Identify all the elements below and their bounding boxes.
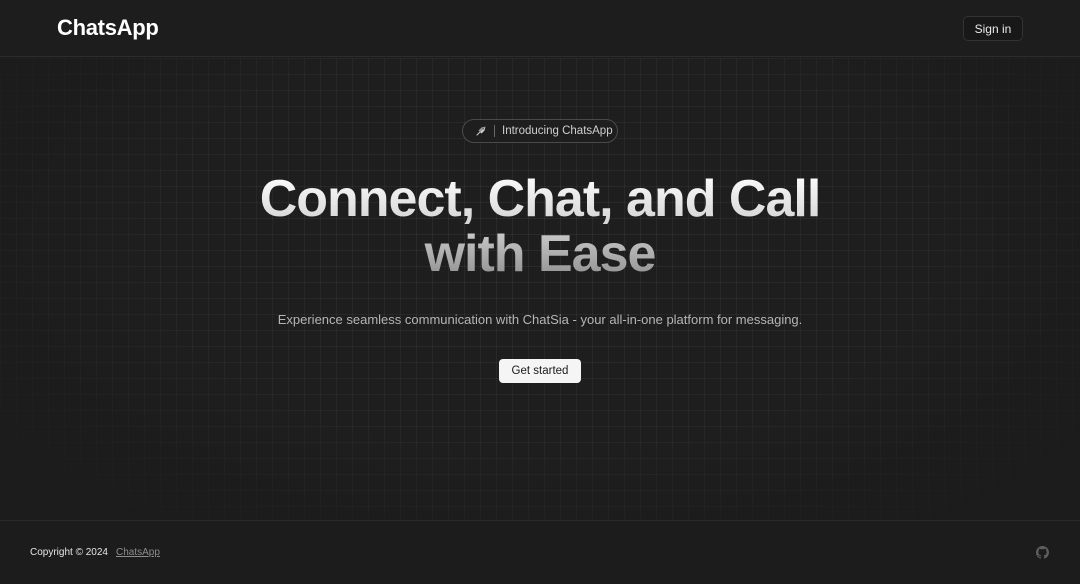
brand-logo[interactable]: ChatsApp <box>57 15 159 41</box>
sign-in-button[interactable]: Sign in <box>963 16 1023 41</box>
pill-label: Introducing ChatsApp <box>502 125 613 137</box>
announcement-pill[interactable]: Introducing ChatsApp <box>462 119 618 143</box>
footer-brand-link[interactable]: ChatsApp <box>116 547 160 558</box>
hero-headline: Connect, Chat, and Call with Ease <box>0 172 1080 282</box>
get-started-button[interactable]: Get started <box>499 359 581 383</box>
footer: Copyright © 2024 ChatsApp <box>0 520 1080 584</box>
headline-line-2: with Ease <box>424 225 656 283</box>
top-nav: ChatsApp Sign in <box>0 0 1080 57</box>
headline-line-1: Connect, Chat, and Call <box>259 170 821 228</box>
pill-divider <box>494 125 495 137</box>
copyright-text: Copyright © 2024 <box>30 547 108 558</box>
rocket-icon <box>475 125 487 137</box>
hero-subtitle: Experience seamless communication with C… <box>277 312 803 327</box>
landing-page: ChatsApp Sign in Introducing ChatsApp Co… <box>0 0 1080 584</box>
github-icon[interactable] <box>1036 546 1049 559</box>
